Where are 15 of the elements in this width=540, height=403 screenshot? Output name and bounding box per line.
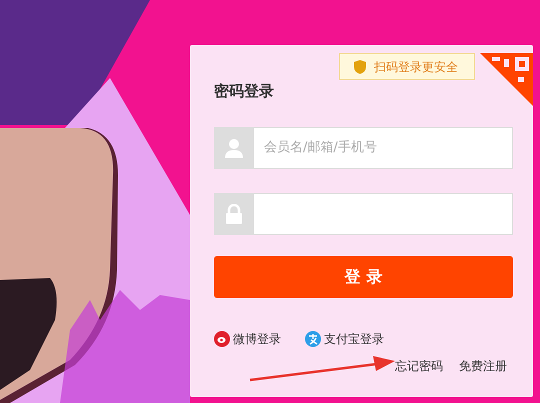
forgot-password-link[interactable]: 忘记密码 — [395, 357, 443, 375]
register-link[interactable]: 免费注册 — [459, 357, 507, 375]
user-icon — [225, 138, 243, 158]
alipay-login-link[interactable]: 支付宝登录 — [305, 330, 384, 348]
link-label: 支付宝登录 — [324, 330, 384, 348]
shield-icon — [354, 60, 366, 74]
password-field[interactable] — [254, 192, 513, 234]
link-label: 微博登录 — [233, 330, 281, 348]
lock-icon — [226, 204, 242, 224]
username-field[interactable]: 会员名/邮箱/手机号 — [254, 126, 513, 168]
weibo-icon — [214, 330, 230, 346]
alipay-icon — [305, 330, 321, 346]
form-title: 密码登录 — [214, 81, 274, 102]
weibo-login-link[interactable]: 微博登录 — [214, 330, 281, 348]
qr-code-icon[interactable] — [480, 53, 533, 106]
